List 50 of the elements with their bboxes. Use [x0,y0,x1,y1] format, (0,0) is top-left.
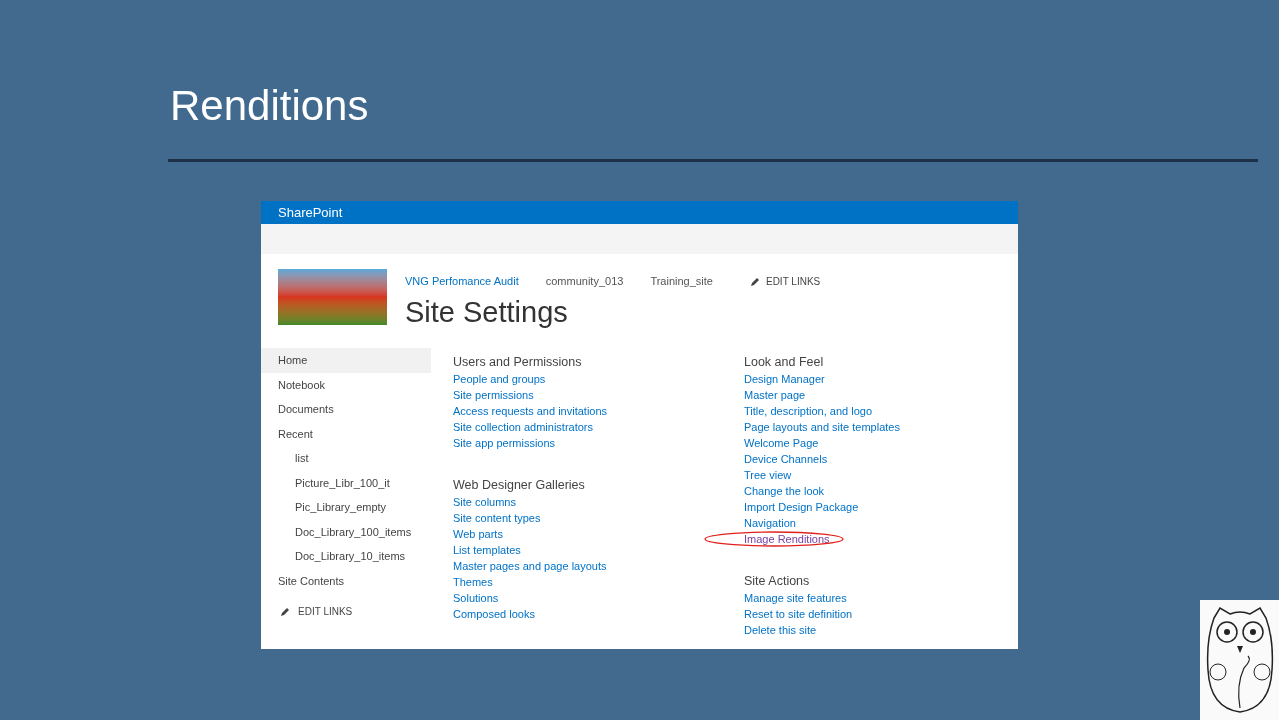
settings-link[interactable]: Site collection administrators [453,419,593,435]
edit-links-link[interactable]: EDIT LINKS [298,604,353,619]
section-heading: Site Actions [744,573,810,590]
nav-item[interactable]: Doc_Library_10_items [261,544,431,569]
nav-item[interactable]: Pic_Library_empty [261,495,431,520]
nav-item[interactable]: Notebook [261,372,431,397]
page-title: Site Settings [405,295,569,330]
settings-link[interactable]: Import Design Package [744,499,859,515]
settings-link[interactable]: Title, description, and logo [744,403,872,419]
settings-link[interactable]: Site content types [453,510,541,526]
settings-link[interactable]: Themes [453,574,493,590]
site-link[interactable]: Training_site [650,273,713,290]
nav-item[interactable]: Picture_Libr_100_it [261,470,431,495]
settings-link[interactable]: Navigation [744,515,796,531]
section-heading: Web Designer Galleries [453,477,585,494]
settings-link[interactable]: Web parts [453,526,503,542]
site-link[interactable]: VNG Perfomance Audit [405,273,519,290]
settings-link[interactable]: Page layouts and site templates [744,419,900,435]
settings-link[interactable]: Site permissions [453,387,534,403]
section-heading: Users and Permissions [453,354,582,371]
slide-title: Renditions [169,81,370,131]
settings-link[interactable]: Manage site features [744,590,847,606]
pencil-icon [280,606,290,617]
brand-label: SharePoint [278,203,343,222]
settings-link[interactable]: Composed looks [453,606,535,622]
nav-item[interactable]: Recent [261,421,431,446]
settings-link[interactable]: Delete this site [744,622,817,638]
settings-link[interactable]: Solutions [453,590,499,606]
settings-link[interactable]: Tree view [744,467,792,483]
settings-link[interactable]: Site app permissions [453,435,556,451]
settings-link[interactable]: Master pages and page layouts [453,558,607,574]
settings-link[interactable]: Reset to site definition [744,606,853,622]
settings-link[interactable]: Site columns [453,494,516,510]
settings-link[interactable]: Welcome Page [744,435,819,451]
pencil-icon [749,276,760,287]
nav-item[interactable]: Doc_Library_100_items [261,519,431,544]
settings-link[interactable]: Device Channels [744,451,828,467]
settings-link[interactable]: Access requests and invitations [453,403,608,419]
nav-item[interactable]: Documents [261,397,431,422]
nav-item[interactable]: Home [261,348,431,373]
site-link[interactable]: community_013 [545,273,624,290]
settings-link[interactable]: Change the look [744,483,825,499]
settings-link[interactable]: Master page [744,387,806,403]
settings-link[interactable]: Design Manager [744,371,825,387]
nav-item[interactable]: list [261,446,431,471]
edit-links-link[interactable]: EDIT LINKS [765,274,821,289]
section-heading: Look and Feel [744,354,824,371]
settings-link[interactable]: List templates [453,542,521,558]
settings-link[interactable]: People and groups [453,371,546,387]
nav-item[interactable]: Site Contents [261,568,431,593]
